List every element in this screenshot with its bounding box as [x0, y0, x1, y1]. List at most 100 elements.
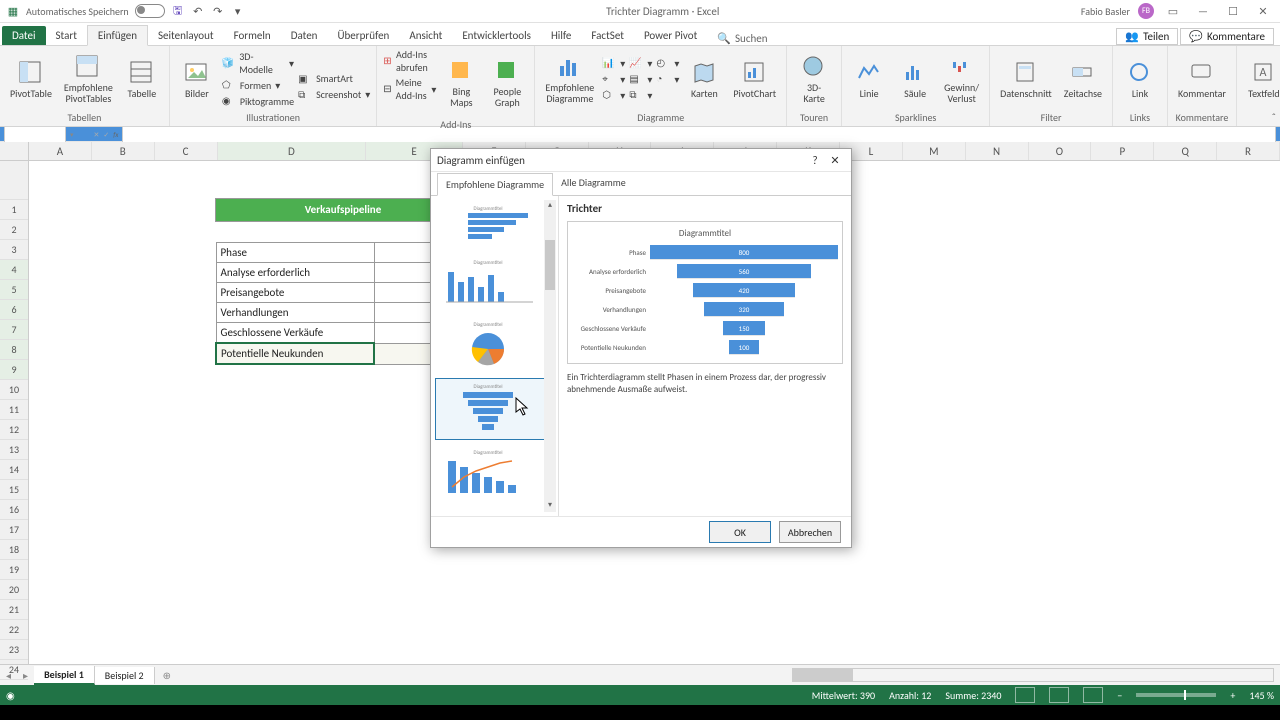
people-graph-button[interactable]: People Graph: [486, 56, 528, 110]
svg-text:Diagrammtitel: Diagrammtitel: [474, 450, 503, 456]
slicer-button[interactable]: Datenschnitt: [996, 58, 1056, 101]
autosave-toggle[interactable]: [135, 4, 165, 18]
name-box-dropdown-icon[interactable]: ▾: [70, 130, 74, 139]
group-kommentare-label: Kommentare: [1174, 110, 1230, 126]
tab-recommended-charts[interactable]: Empfohlene Diagramme: [437, 173, 553, 196]
bing-maps-button[interactable]: Bing Maps: [440, 56, 482, 110]
tab-powerpivot[interactable]: Power Pivot: [634, 26, 707, 45]
dialog-close-icon[interactable]: ✕: [825, 154, 845, 167]
pictures-button[interactable]: Bilder: [176, 58, 218, 101]
accept-formula-icon[interactable]: ✓: [103, 130, 109, 139]
sparkline-line-button[interactable]: Linie: [848, 58, 890, 101]
pivotchart-button[interactable]: PivotChart: [729, 58, 780, 101]
zoom-slider[interactable]: [1136, 693, 1216, 697]
dialog-help-icon[interactable]: ?: [805, 154, 825, 167]
formula-input[interactable]: Potentielle Neukunden: [122, 124, 1276, 144]
comment-button[interactable]: Kommentar: [1174, 58, 1230, 101]
tab-einfuegen[interactable]: Einfügen: [87, 25, 148, 46]
thumbnail-scrollbar[interactable]: ▴ ▾: [544, 200, 556, 512]
svg-text:Diagrammtitel: Diagrammtitel: [474, 206, 503, 212]
scroll-down-icon[interactable]: ▾: [544, 500, 556, 512]
3d-models-button[interactable]: 🧊3D-Modelle ▾: [222, 50, 294, 76]
table-button[interactable]: Tabelle: [121, 58, 163, 101]
tab-ansicht[interactable]: Ansicht: [399, 26, 452, 45]
tab-daten[interactable]: Daten: [281, 26, 328, 45]
tab-factset[interactable]: FactSet: [581, 26, 634, 45]
tab-all-charts[interactable]: Alle Diagramme: [553, 172, 634, 195]
recommended-charts-button[interactable]: Empfohlene Diagramme: [541, 52, 598, 106]
cancel-formula-icon[interactable]: ✕: [94, 130, 100, 139]
title-bar: ▦ Automatisches Speichern 🖫 ↶ ↷ ▾ Tricht…: [0, 0, 1280, 23]
zoom-out-icon[interactable]: −: [1117, 689, 1122, 702]
fx-icon[interactable]: fx: [113, 130, 118, 139]
thumb-clustered-bar[interactable]: Diagrammtitel: [435, 200, 554, 250]
smartart-button[interactable]: ▣SmartArt: [298, 72, 370, 86]
chart-thumbnail-list[interactable]: Diagrammtitel Diagrammtitel Diagrammtite…: [431, 196, 559, 516]
piktogramme-button[interactable]: ◉Piktogramme: [222, 94, 294, 108]
search-label[interactable]: Suchen: [735, 32, 768, 45]
status-bar: ◉ Mittelwert: 390 Anzahl: 12 Summe: 2340…: [0, 685, 1280, 705]
svg-text:Diagrammtitel: Diagrammtitel: [474, 260, 503, 266]
tab-formeln[interactable]: Formeln: [224, 26, 281, 45]
undo-icon[interactable]: ↶: [191, 4, 205, 18]
tab-seitenlayout[interactable]: Seitenlayout: [148, 26, 224, 45]
shapes-button[interactable]: ⬠Formen ▾: [222, 78, 294, 92]
sparkline-winloss-button[interactable]: Gewinn/ Verlust: [940, 52, 983, 106]
recommended-pivot-button[interactable]: Empfohlene PivotTables: [60, 52, 117, 106]
thumb-pie[interactable]: Diagrammtitel: [435, 316, 554, 374]
collapse-ribbon-icon[interactable]: ˆ: [1272, 111, 1276, 124]
tab-entwicklertools[interactable]: Entwicklertools: [452, 26, 541, 45]
ribbon-tab-row: Datei Start Einfügen Seitenlayout Formel…: [0, 23, 1280, 46]
search-icon[interactable]: 🔍: [717, 32, 731, 45]
link-button[interactable]: Link: [1119, 58, 1161, 101]
pivottable-button[interactable]: PivotTable: [6, 58, 56, 101]
tab-start[interactable]: Start: [46, 26, 87, 45]
thumb-clustered-column[interactable]: Diagrammtitel: [435, 254, 554, 312]
view-pagelayout-icon[interactable]: [1049, 687, 1069, 703]
close-window-icon[interactable]: ✕: [1252, 5, 1274, 18]
textbox-button[interactable]: ATextfeld: [1243, 58, 1280, 101]
svg-text:Diagrammtitel: Diagrammtitel: [474, 322, 503, 328]
cancel-button[interactable]: Abbrechen: [779, 521, 841, 543]
record-macro-icon[interactable]: ◉: [6, 689, 15, 702]
maximize-icon[interactable]: ☐: [1222, 5, 1244, 18]
zoom-level[interactable]: 145 %: [1249, 689, 1274, 702]
comments-button[interactable]: 💬Kommentare: [1180, 28, 1274, 45]
new-sheet-icon[interactable]: ⊕: [155, 669, 179, 682]
sheet-tab-2[interactable]: Beispiel 2: [95, 667, 155, 684]
thumb-funnel[interactable]: Diagrammtitel: [435, 378, 554, 440]
black-bar: [0, 705, 1280, 720]
redo-icon[interactable]: ↷: [211, 4, 225, 18]
timeline-button[interactable]: Zeitachse: [1060, 58, 1106, 101]
scroll-up-icon[interactable]: ▴: [544, 200, 556, 212]
sparkline-column-button[interactable]: Säule: [894, 58, 936, 101]
chart-type-gallery[interactable]: 📊▾ 📈▾ ◴▾ ⌖▾ ▤▾ ◔▾ ⬡▾ ⧉▾: [602, 56, 679, 102]
window-options-icon[interactable]: ▭: [1162, 5, 1184, 18]
view-normal-icon[interactable]: [1015, 687, 1035, 703]
tab-hilfe[interactable]: Hilfe: [541, 26, 581, 45]
chart-preview[interactable]: Diagrammtitel Phase800 Analyse erforderl…: [567, 221, 843, 364]
ok-button[interactable]: OK: [709, 521, 771, 543]
zoom-in-icon[interactable]: +: [1230, 689, 1235, 702]
save-icon[interactable]: 🖫: [171, 4, 185, 18]
chart-description: Ein Trichterdiagramm stellt Phasen in ei…: [567, 372, 843, 396]
tab-file[interactable]: Datei: [2, 26, 46, 45]
maps-button[interactable]: Karten: [683, 58, 725, 101]
get-addins-button[interactable]: ⊞Add-Ins abrufen: [383, 48, 436, 74]
screenshot-button[interactable]: ⧉Screenshot ▾: [298, 88, 370, 102]
sheet-tab-1[interactable]: Beispiel 1: [34, 666, 95, 685]
thumb-pareto[interactable]: Diagrammtitel: [435, 444, 554, 502]
tab-ueberpruefen[interactable]: Überprüfen: [327, 26, 399, 45]
share-button[interactable]: 👥Teilen: [1116, 28, 1178, 45]
minimize-icon[interactable]: —: [1192, 5, 1214, 18]
my-addins-button[interactable]: ⊟Meine Add-Ins ▾: [383, 76, 436, 102]
name-box[interactable]: D9: [4, 124, 66, 144]
active-cell[interactable]: Potentielle Neukunden: [216, 343, 374, 364]
view-pagebreak-icon[interactable]: [1083, 687, 1103, 703]
avatar[interactable]: FB: [1138, 3, 1154, 19]
horizontal-scrollbar[interactable]: [792, 668, 1274, 682]
group-diagramme-label: Diagramme: [541, 110, 780, 126]
row-headers[interactable]: 123 456789 10111213141516171819202122232…: [0, 142, 29, 664]
3d-map-button[interactable]: 3D- Karte: [793, 52, 835, 106]
qat-customize-icon[interactable]: ▾: [231, 4, 245, 18]
